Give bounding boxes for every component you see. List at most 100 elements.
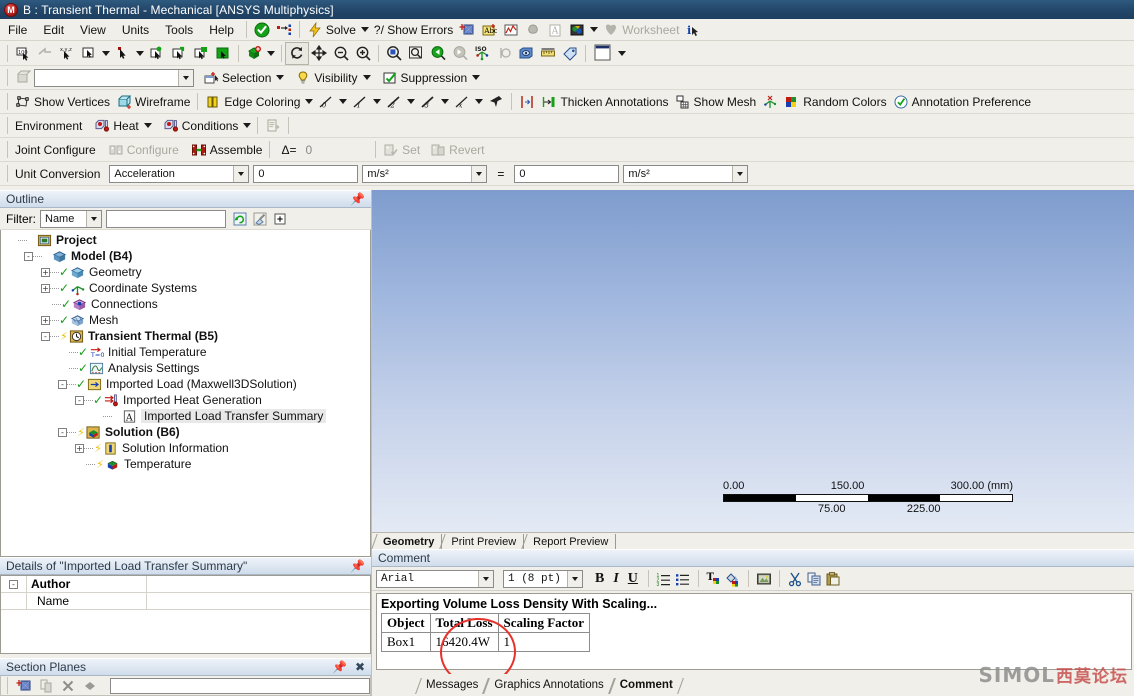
geometry-body[interactable] bbox=[1044, 440, 1134, 532]
outline-tree[interactable]: Project - Model (B4) + ✓ Geometry + ✓ Coordinate… bbox=[0, 230, 371, 557]
tab-messages[interactable]: Messages bbox=[418, 677, 486, 694]
show-mesh-button[interactable]: Show Mesh bbox=[672, 91, 760, 112]
vertex-select-button[interactable] bbox=[146, 43, 168, 64]
zoom-to-fit-button[interactable] bbox=[383, 43, 405, 64]
wireframe-button[interactable]: Wireframe bbox=[113, 91, 193, 112]
menu-help[interactable]: Help bbox=[201, 21, 242, 39]
annotation-width-button[interactable] bbox=[516, 91, 538, 112]
heat-menu-button[interactable]: Heat bbox=[91, 115, 141, 136]
color-swatch-caret-icon[interactable] bbox=[618, 50, 626, 56]
edge-thickness-2-button[interactable]: 2 bbox=[383, 91, 405, 112]
previous-view-button[interactable] bbox=[427, 43, 449, 64]
random-colors-button[interactable]: Random Colors bbox=[781, 91, 889, 112]
collapse-icon[interactable]: - bbox=[24, 251, 33, 261]
paste-icon[interactable] bbox=[825, 571, 841, 587]
box-zoom-button[interactable] bbox=[405, 43, 427, 64]
label-button[interactable] bbox=[559, 43, 581, 64]
edge-select-button[interactable] bbox=[168, 43, 190, 64]
tree-item-analysis-settings[interactable]: ✓ Analysis Settings bbox=[1, 360, 370, 376]
edge-thickness-1-button[interactable]: 1 bbox=[349, 91, 371, 112]
menu-view[interactable]: View bbox=[72, 21, 114, 39]
new-image-button[interactable] bbox=[566, 19, 588, 40]
details-group-row[interactable]: - Author bbox=[1, 576, 370, 593]
unit-from-unit-combo[interactable]: m/s² bbox=[362, 164, 488, 183]
tree-item-solution-information[interactable]: + ⚡ Solution Information bbox=[1, 440, 370, 456]
menu-units[interactable]: Units bbox=[114, 21, 157, 39]
expand-icon[interactable]: + bbox=[41, 315, 50, 325]
named-selection-button[interactable] bbox=[273, 19, 295, 40]
tab-geometry[interactable]: Geometry bbox=[374, 534, 443, 549]
menu-tools[interactable]: Tools bbox=[157, 21, 201, 39]
fill-color-icon[interactable] bbox=[725, 571, 741, 587]
tab-print-preview[interactable]: Print Preview bbox=[442, 534, 525, 549]
tree-item-connections[interactable]: ✓ Connections bbox=[1, 296, 370, 312]
body-select-button[interactable] bbox=[212, 43, 234, 64]
tree-item-solution-b6[interactable]: - ⚡ Solution (B6) bbox=[1, 424, 370, 440]
copy-icon[interactable] bbox=[806, 571, 822, 587]
edge-thickness-3-button[interactable]: 3 bbox=[417, 91, 439, 112]
graphics-viewport[interactable]: 0.00 150.00 300.00 (mm) 75.00 225.00 bbox=[372, 190, 1134, 532]
select-box-button[interactable]: 100 bbox=[12, 43, 34, 64]
new-comment-button[interactable]: Abc bbox=[478, 19, 500, 40]
solve-button[interactable]: Solve bbox=[304, 19, 359, 40]
edge-thickness-3-caret-icon[interactable] bbox=[441, 99, 450, 104]
cut-icon[interactable] bbox=[787, 571, 803, 587]
tab-comment[interactable]: Comment bbox=[612, 677, 681, 694]
edge-thickness-x-caret-icon[interactable] bbox=[475, 99, 484, 104]
unit-from-value-input[interactable]: 0 bbox=[253, 164, 359, 183]
info-cursor-button[interactable]: i bbox=[682, 19, 704, 40]
suppression-menu-button[interactable]: Suppression bbox=[379, 67, 471, 88]
unit-to-unit-caret-icon[interactable] bbox=[732, 165, 748, 182]
show-errors-button[interactable]: ?/ Show Errors bbox=[371, 19, 456, 40]
visibility-menu-button[interactable]: Visibility bbox=[292, 67, 360, 88]
expand-icon[interactable]: + bbox=[75, 443, 84, 453]
tree-item-mesh[interactable]: + ✓ Mesh bbox=[1, 312, 370, 328]
thicken-annotations-button[interactable]: Thicken Annotations bbox=[538, 91, 671, 112]
tree-item-initial-temperature[interactable]: ✓ T=0 Initial Temperature bbox=[1, 344, 370, 360]
section-planes-close-icon[interactable]: ✖ bbox=[353, 661, 367, 673]
cursor-mode-button[interactable] bbox=[78, 43, 100, 64]
tree-item-geometry[interactable]: + ✓ Geometry bbox=[1, 264, 370, 280]
bullet-list-icon[interactable] bbox=[675, 571, 691, 587]
filter-refresh-icon[interactable] bbox=[232, 211, 248, 227]
conditions-caret-icon[interactable] bbox=[243, 123, 252, 128]
pin-annotation-button[interactable] bbox=[485, 91, 507, 112]
visibility-caret-icon[interactable] bbox=[362, 75, 371, 80]
heat-caret-icon[interactable] bbox=[143, 123, 152, 128]
selection-name-combo[interactable] bbox=[34, 68, 194, 87]
zoom-out-button[interactable] bbox=[330, 43, 352, 64]
expand-icon[interactable]: + bbox=[41, 267, 50, 277]
collapse-icon[interactable]: - bbox=[41, 331, 50, 341]
edge-coloring-caret-icon[interactable] bbox=[305, 99, 314, 104]
edge-coloring-button[interactable]: Edge Coloring bbox=[202, 91, 303, 112]
section-planes-pin-icon[interactable]: 📌 bbox=[330, 661, 349, 673]
color-swatch-button[interactable] bbox=[590, 43, 616, 64]
assemble-button[interactable]: Assemble bbox=[188, 139, 266, 160]
outline-pin-icon[interactable]: 📌 bbox=[348, 193, 367, 205]
tree-item-imported-heat-generation[interactable]: - ✓ Imported Heat Generation bbox=[1, 392, 370, 408]
validate-icon[interactable] bbox=[251, 19, 273, 40]
edit-section-plane-icon[interactable] bbox=[82, 678, 98, 694]
delete-section-plane-icon[interactable] bbox=[60, 678, 76, 694]
show-vertices-button[interactable]: Show Vertices bbox=[12, 91, 113, 112]
menu-file[interactable]: File bbox=[0, 21, 35, 39]
filter-mode-caret-icon[interactable] bbox=[86, 210, 101, 227]
unit-from-unit-caret-icon[interactable] bbox=[471, 165, 487, 182]
bold-button[interactable]: B bbox=[592, 568, 607, 589]
extend-to-button[interactable] bbox=[243, 43, 265, 64]
tab-graphics-annotations[interactable]: Graphics Annotations bbox=[486, 677, 611, 694]
tab-report-preview[interactable]: Report Preview bbox=[524, 534, 617, 549]
section-planes-list[interactable] bbox=[110, 677, 370, 694]
tree-item-temperature[interactable]: ⚡ Temperature bbox=[1, 456, 370, 472]
annotation-preferences-button[interactable]: Annotation Preference bbox=[890, 91, 1034, 112]
unit-to-value-input[interactable]: 0 bbox=[514, 164, 620, 183]
numbered-list-icon[interactable]: 123 bbox=[656, 571, 672, 588]
filter-clear-icon[interactable] bbox=[252, 211, 268, 227]
face-select-button[interactable] bbox=[190, 43, 212, 64]
collapse-icon[interactable]: - bbox=[58, 427, 67, 437]
image-dropdown-caret-icon[interactable] bbox=[590, 27, 599, 32]
filter-text-input[interactable] bbox=[106, 209, 226, 228]
filter-mode-combo[interactable]: Name bbox=[40, 209, 102, 228]
details-pin-icon[interactable]: 📌 bbox=[348, 560, 367, 572]
collapse-icon[interactable]: - bbox=[75, 395, 84, 405]
